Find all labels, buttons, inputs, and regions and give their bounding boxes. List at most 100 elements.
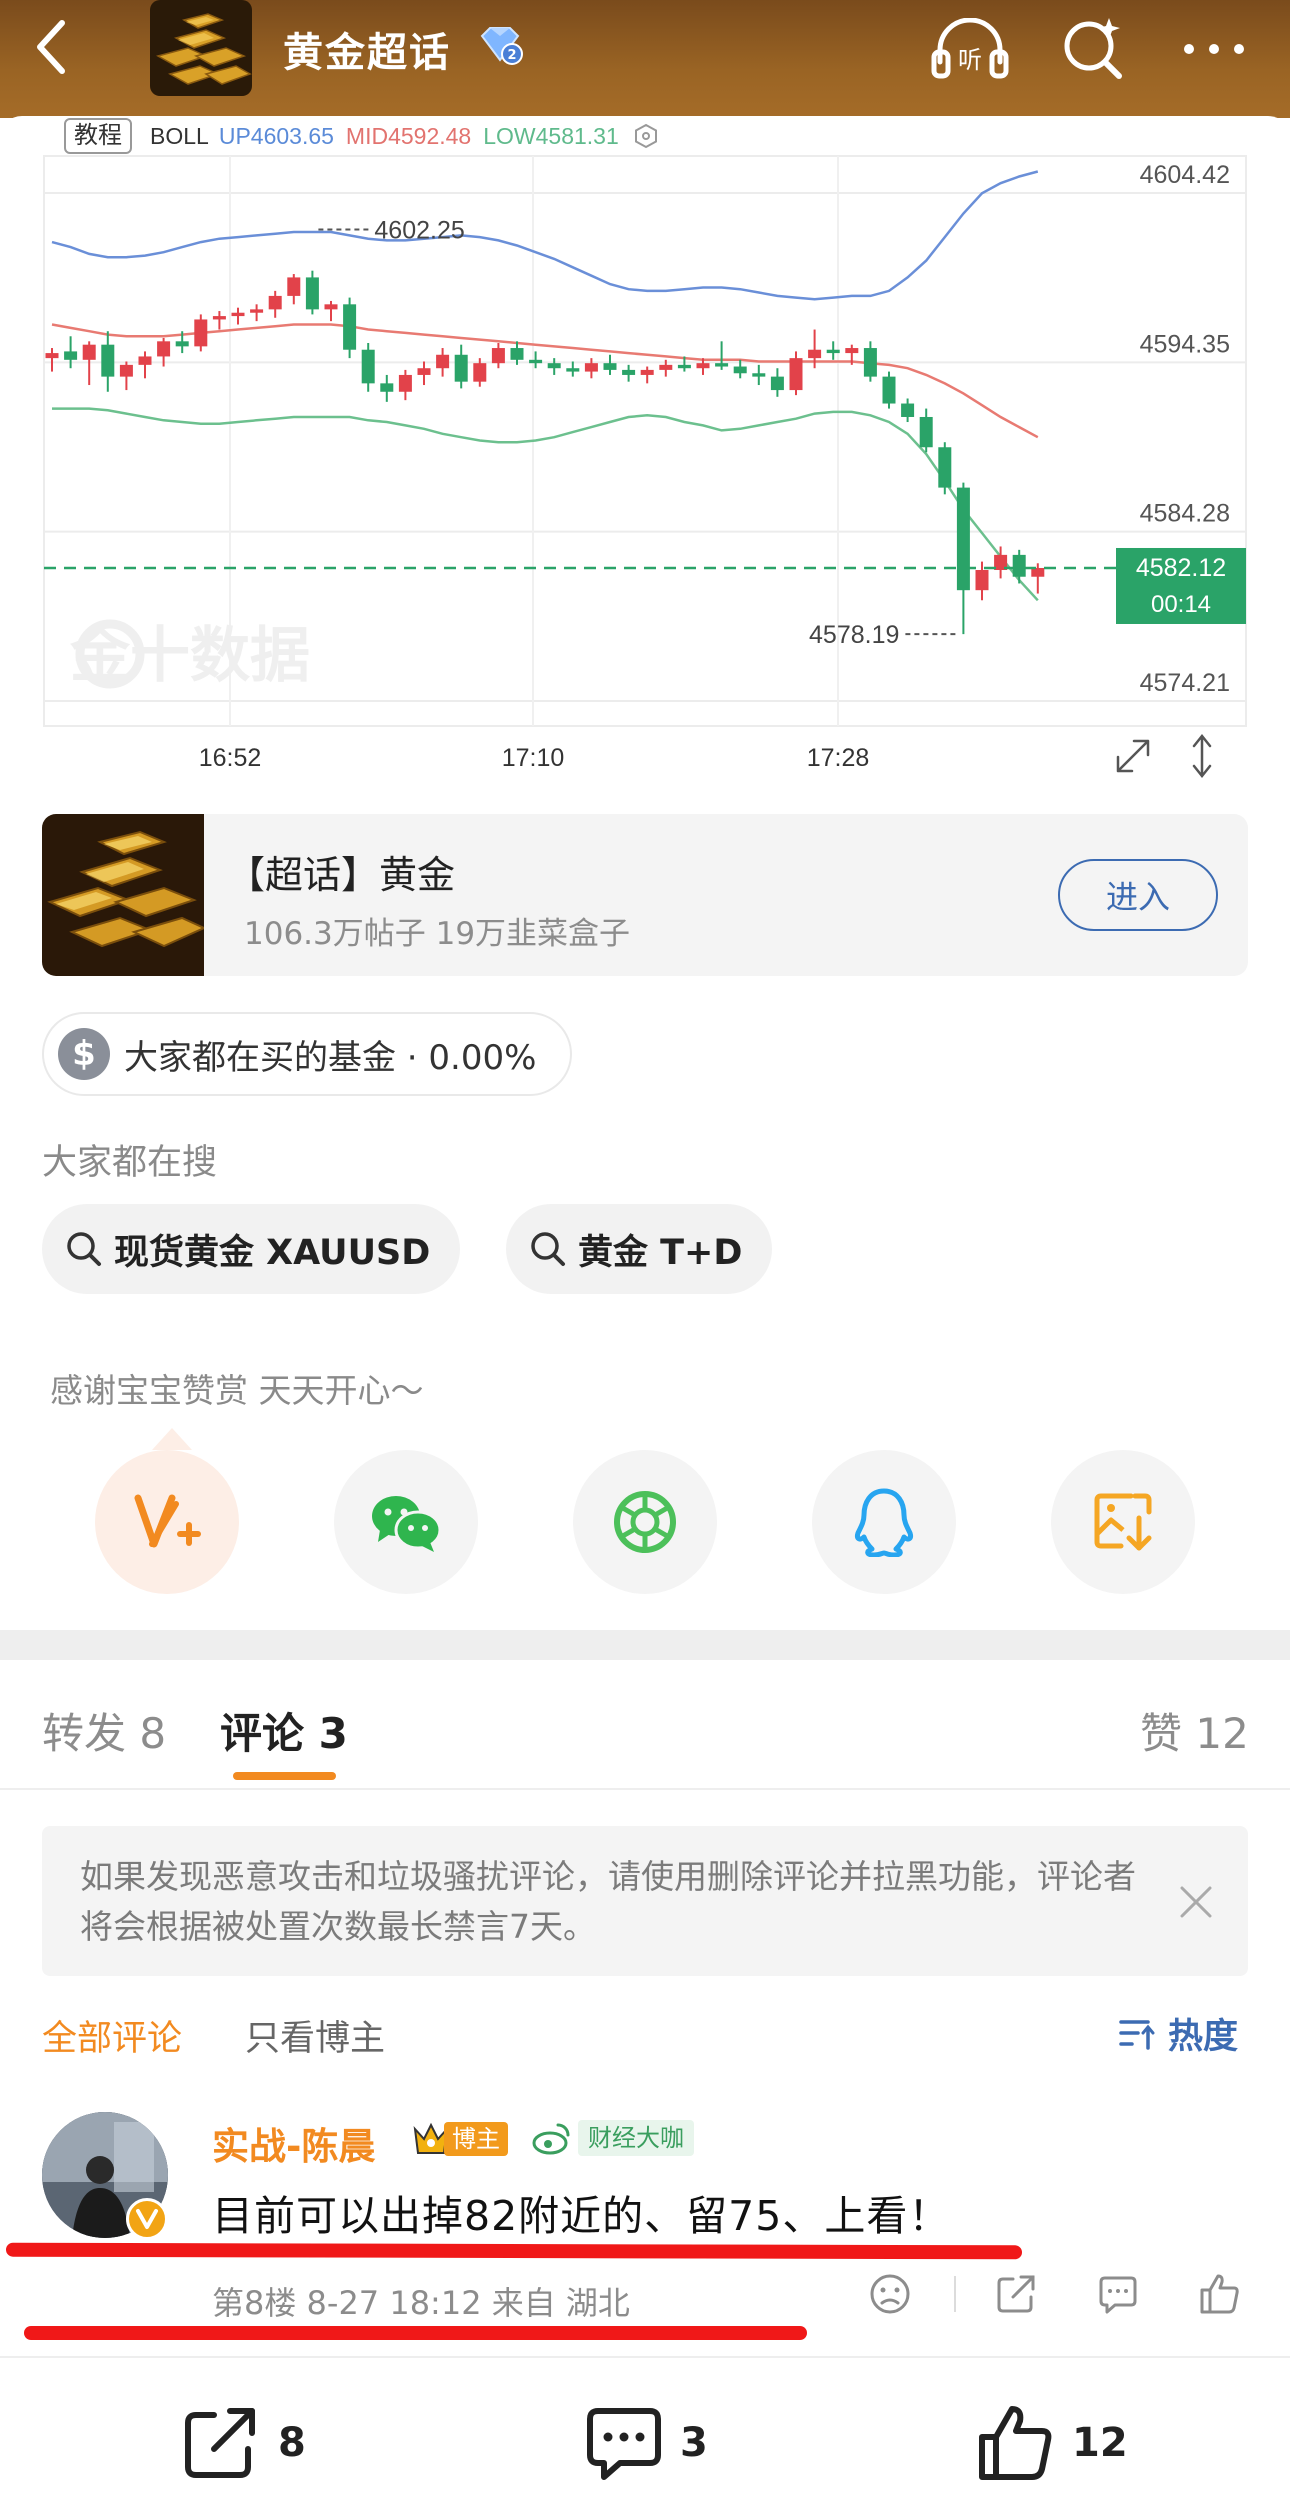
action-separator: [954, 2276, 956, 2312]
search-icon: [1064, 18, 1122, 79]
candle-body: [752, 373, 766, 377]
boll-upper-value: UP4603.65: [218, 122, 334, 149]
more-button[interactable]: [1174, 14, 1254, 84]
candle-body: [231, 312, 245, 317]
candle-body: [473, 363, 487, 382]
candle-body: [622, 369, 636, 375]
section-divider: [0, 1630, 1290, 1660]
candle-body: [901, 403, 915, 417]
candle-body: [696, 363, 710, 369]
back-button[interactable]: [22, 12, 82, 82]
search-chip-label: 黄金 T+D: [578, 1232, 743, 1273]
comment-text: 目前可以出掉82附近的、留75、上看！: [212, 2192, 951, 2240]
candle-body: [1012, 554, 1026, 577]
candle-body: [975, 570, 989, 591]
tutorial-tag[interactable]: 教程: [64, 118, 132, 154]
tab-likes[interactable]: 赞 12: [1140, 1700, 1249, 1761]
page-title: 黄金超话: [283, 30, 451, 76]
candle-body: [770, 376, 784, 391]
candle-body: [566, 368, 580, 372]
search-button[interactable]: [1052, 14, 1132, 84]
reply-button[interactable]: [1092, 2268, 1144, 2320]
repost-button[interactable]: 8: [182, 2398, 306, 2488]
settings-hex-icon[interactable]: [633, 123, 659, 149]
sort-label: 热度: [1168, 2017, 1239, 2057]
comment-count: 3: [680, 2420, 708, 2466]
red-highlight-underline: [24, 2326, 807, 2340]
candle-body: [287, 277, 301, 296]
dislike-button[interactable]: [864, 2268, 916, 2320]
chevron-left-icon: [37, 20, 65, 74]
candle-body: [863, 348, 877, 377]
share-icon: [997, 2275, 1035, 2313]
candle-body: [194, 319, 208, 347]
owner-tag: 博主: [444, 2122, 508, 2156]
listen-button[interactable]: 听: [930, 14, 1010, 84]
headphones-icon: 听: [931, 18, 1009, 79]
commenter-name[interactable]: 实战-陈晨: [212, 2116, 375, 2170]
candle-body: [956, 487, 970, 591]
boll-lower-line: [52, 407, 1039, 602]
y-tick-label: 4594.35: [1140, 330, 1230, 358]
share-qq-button[interactable]: [812, 1450, 956, 1594]
reward-icon: [134, 1494, 201, 1548]
gold-bars-image: [42, 814, 207, 976]
candle-body: [417, 368, 431, 375]
low-price-label: 4578.19: [809, 621, 899, 649]
candle-body: [138, 356, 152, 365]
tab-repost[interactable]: 转发 8: [42, 1700, 166, 1761]
candlestick-chart[interactable]: 4604.42 4594.35 4584.28 4574.21 16:52 17:10 17…: [0, 116, 1290, 780]
search-chip-gold-td[interactable]: 黄金 T+D: [506, 1204, 773, 1294]
red-highlight-underline: [5, 2242, 1023, 2260]
like-button[interactable]: 12: [976, 2398, 1128, 2488]
comment-repost-button[interactable]: [990, 2268, 1042, 2320]
share-moments-button[interactable]: [573, 1450, 717, 1594]
candle-body: [659, 364, 673, 370]
candle-body: [436, 354, 450, 369]
trending-search-heading: 大家都在搜: [42, 1143, 218, 1183]
filter-all-comments[interactable]: 全部评论: [42, 2010, 182, 2061]
candle-body: [361, 349, 375, 384]
comment-button[interactable]: 3: [584, 2398, 708, 2488]
candle-body: [789, 358, 803, 391]
moments-icon: [614, 1491, 676, 1553]
supertopic-card[interactable]: 【超话】黄金 106.3万帖子 19万韭菜盒子 进入: [42, 814, 1248, 976]
reward-button[interactable]: [95, 1450, 239, 1594]
fund-recommendation[interactable]: $ 大家都在买的基金 · 0.00%: [42, 1012, 572, 1096]
tab-comment[interactable]: 评论 3: [220, 1700, 348, 1761]
candle-body: [305, 277, 319, 310]
bottom-bar-divider: [0, 2356, 1290, 2358]
candle-body: [398, 374, 412, 392]
candle-body: [380, 383, 394, 392]
share-wechat-button[interactable]: [334, 1450, 478, 1594]
high-price-label: 4602.25: [374, 216, 464, 244]
candle-body: [603, 363, 617, 370]
candle-body: [82, 344, 96, 360]
candle-body: [45, 353, 59, 359]
owner-badge: 博主: [412, 2118, 508, 2160]
svg-text:听: 听: [958, 46, 982, 74]
top-bar: 黄金超话 2 听: [0, 0, 1290, 118]
search-chip-label: 现货黄金 XAUUSD: [114, 1232, 431, 1273]
search-chip-spot-gold[interactable]: 现货黄金 XAUUSD: [42, 1204, 461, 1294]
expert-tag: 财经大咖: [578, 2120, 694, 2156]
save-image-button[interactable]: [1051, 1450, 1195, 1594]
enter-topic-button[interactable]: 进入: [1058, 859, 1218, 931]
sort-icon: [1119, 2019, 1155, 2050]
candle-body: [268, 295, 282, 310]
candle-body: [845, 348, 859, 354]
candle-body: [212, 316, 226, 320]
filter-owner-only[interactable]: 只看博主: [245, 2010, 385, 2061]
weibo-icon: [532, 2123, 570, 2155]
boll-mid-value: MID4592.48: [345, 122, 472, 149]
close-icon[interactable]: [1178, 1884, 1214, 1920]
topic-stats: 106.3万帖子 19万韭菜盒子: [244, 916, 631, 952]
candle-body: [157, 341, 171, 357]
comment-like-button[interactable]: [1194, 2268, 1246, 2320]
search-icon: [67, 1232, 101, 1266]
topic-avatar[interactable]: [150, 0, 252, 96]
candle-body: [175, 341, 189, 347]
share-icon: [185, 2408, 255, 2478]
vip-diamond-icon: 2: [476, 26, 524, 70]
sort-by-hot-button[interactable]: 热度: [1118, 2008, 1238, 2059]
